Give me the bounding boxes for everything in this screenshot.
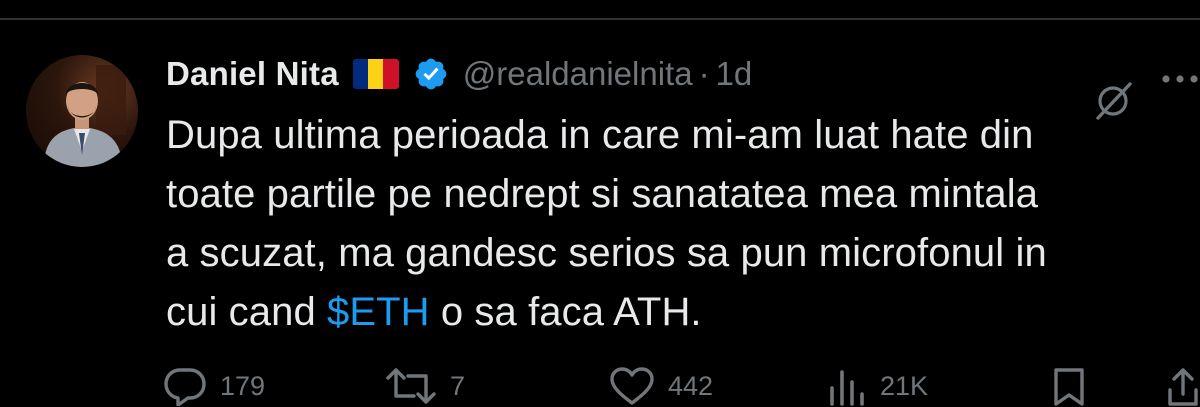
views-button[interactable]: 21K (826, 366, 928, 406)
author-handle[interactable]: @realdanielnita (463, 55, 693, 93)
share-button[interactable] (1166, 366, 1200, 406)
tweet-text-line: a scuzat, ma gandesc serios sa pun micro… (166, 231, 1047, 275)
repost-icon (386, 368, 436, 404)
share-icon (1168, 368, 1198, 406)
top-divider (0, 18, 1200, 20)
timestamp[interactable]: 1d (716, 55, 753, 93)
tweet-text: Dupa ultima perioada in care mi-am luat … (166, 106, 1186, 342)
tweet-header: Daniel Nita @realdanielnita · 1d (166, 48, 752, 100)
cashtag-link[interactable]: $ETH (327, 290, 430, 334)
tweet-text-line: toate partile pe nedrept si sanatatea me… (166, 172, 1039, 216)
reply-button[interactable]: 179 (162, 366, 265, 406)
views-count: 21K (880, 370, 929, 401)
author-name[interactable]: Daniel Nita (166, 55, 339, 93)
action-bar: 179 7 442 21K (0, 360, 1200, 407)
more-icon[interactable] (1160, 72, 1200, 86)
separator-dot: · (698, 55, 710, 92)
tweet-text-segment: o sa faca ATH. (429, 290, 702, 334)
tweet-text-line-last: cui cand $ETH o sa faca ATH. (166, 283, 1186, 342)
tweet-text-segment: cui cand (166, 290, 327, 334)
like-icon (610, 367, 654, 405)
views-icon (830, 370, 864, 406)
reply-icon (164, 368, 206, 406)
avatar[interactable] (26, 55, 138, 167)
romania-flag-icon (352, 59, 399, 89)
avatar-photo (44, 65, 126, 167)
bookmark-icon (1054, 368, 1084, 406)
repost-button[interactable]: 7 (384, 366, 465, 406)
reply-count: 179 (220, 370, 266, 401)
bookmark-button[interactable] (1052, 366, 1086, 406)
like-count: 442 (668, 370, 714, 401)
like-button[interactable]: 442 (608, 366, 713, 406)
verified-badge-icon[interactable] (413, 56, 449, 92)
tweet-text-line: Dupa ultima perioada in care mi-am luat … (166, 113, 1034, 157)
repost-count: 7 (450, 370, 466, 401)
